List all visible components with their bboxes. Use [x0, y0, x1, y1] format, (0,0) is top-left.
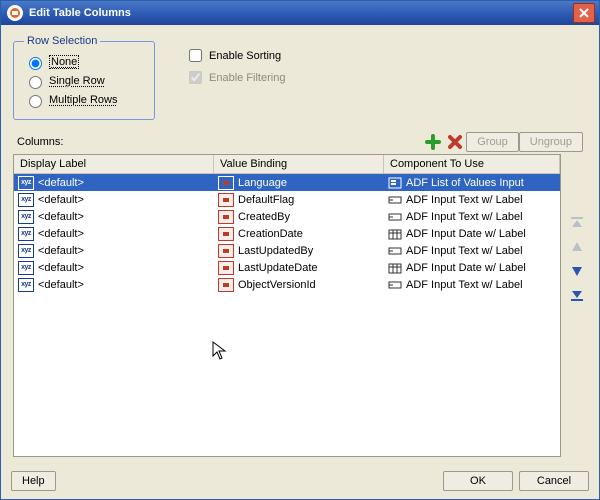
table-row[interactable]: xyz <default> LastUpdateDate ADF Input Date…	[14, 259, 560, 276]
columns-grid: Display Label Value Binding Component To…	[13, 154, 561, 457]
display-label-text: <default>	[38, 177, 84, 189]
component-text: ADF Input Date w/ Label	[406, 262, 526, 274]
value-binding-text: CreatedBy	[238, 211, 290, 223]
component-text: ADF Input Date w/ Label	[406, 228, 526, 240]
component-icon	[388, 211, 402, 223]
radio-none-label[interactable]: None	[49, 55, 79, 69]
help-button[interactable]: Help	[11, 471, 56, 491]
cancel-button[interactable]: Cancel	[519, 471, 589, 491]
header-value-binding[interactable]: Value Binding	[214, 155, 384, 173]
binding-icon	[218, 244, 234, 258]
display-label-text: <default>	[38, 194, 84, 206]
titlebar: Edit Table Columns	[1, 1, 599, 25]
arrow-down-icon	[569, 263, 585, 279]
label-type-icon: xyz	[18, 227, 34, 241]
move-up-button[interactable]	[568, 238, 586, 256]
component-icon	[388, 177, 402, 189]
value-binding-text: ObjectVersionId	[238, 279, 316, 291]
plus-icon	[425, 134, 441, 150]
header-component[interactable]: Component To Use	[384, 155, 560, 173]
move-top-button[interactable]	[568, 214, 586, 232]
table-row[interactable]: xyz <default> CreatedBy ADF Input Text w/ L…	[14, 208, 560, 225]
close-button[interactable]	[573, 3, 595, 23]
display-label-text: <default>	[38, 211, 84, 223]
component-text: ADF Input Text w/ Label	[406, 211, 523, 223]
binding-icon	[218, 278, 234, 292]
app-icon	[7, 5, 23, 21]
arrow-top-icon	[569, 215, 585, 231]
table-row[interactable]: xyz <default> LastUpdatedBy ADF Input Text …	[14, 242, 560, 259]
value-binding-text: LastUpdateDate	[238, 262, 318, 274]
enable-filtering-checkbox	[189, 71, 202, 84]
dialog-window: Edit Table Columns Row Selection None Si…	[0, 0, 600, 500]
binding-icon	[218, 261, 234, 275]
display-label-text: <default>	[38, 228, 84, 240]
delete-x-icon	[448, 135, 462, 149]
table-row[interactable]: xyz <default> ObjectVersionId ADF Input Tex…	[14, 276, 560, 293]
row-selection-group: Row Selection None Single Row Multiple R…	[13, 35, 155, 120]
component-text: ADF Input Text w/ Label	[406, 245, 523, 257]
arrow-bottom-icon	[569, 287, 585, 303]
component-text: ADF Input Text w/ Label	[406, 279, 523, 291]
display-label-text: <default>	[38, 279, 84, 291]
arrow-up-icon	[569, 239, 585, 255]
remove-column-button[interactable]	[446, 133, 464, 151]
window-title: Edit Table Columns	[29, 7, 131, 19]
grid-body: xyz <default> Language ADF List of Values I…	[14, 174, 560, 456]
label-type-icon: xyz	[18, 261, 34, 275]
binding-icon	[218, 193, 234, 207]
radio-multiple-rows-label[interactable]: Multiple Rows	[49, 94, 117, 106]
value-binding-text: CreationDate	[238, 228, 303, 240]
value-binding-text: DefaultFlag	[238, 194, 294, 206]
group-button[interactable]: Group	[466, 132, 519, 152]
radio-single-row[interactable]	[29, 76, 42, 89]
binding-icon	[218, 176, 234, 190]
display-label-text: <default>	[38, 245, 84, 257]
binding-icon	[218, 210, 234, 224]
radio-single-row-label[interactable]: Single Row	[49, 75, 105, 87]
move-bottom-button[interactable]	[568, 286, 586, 304]
dialog-footer: Help OK Cancel	[1, 463, 599, 499]
columns-label: Columns:	[17, 136, 63, 148]
header-display-label[interactable]: Display Label	[14, 155, 214, 173]
label-type-icon: xyz	[18, 244, 34, 258]
enable-filtering-label: Enable Filtering	[209, 72, 285, 84]
component-text: ADF List of Values Input	[406, 177, 524, 189]
row-selection-legend: Row Selection	[24, 35, 100, 47]
component-icon	[388, 279, 402, 291]
label-type-icon: xyz	[18, 176, 34, 190]
label-type-icon: xyz	[18, 278, 34, 292]
radio-none[interactable]	[29, 57, 42, 70]
value-binding-text: Language	[238, 177, 287, 189]
table-row[interactable]: xyz <default> Language ADF List of Values I…	[14, 174, 560, 191]
move-down-button[interactable]	[568, 262, 586, 280]
radio-multiple-rows[interactable]	[29, 95, 42, 108]
ungroup-button[interactable]: Ungroup	[519, 132, 583, 152]
value-binding-text: LastUpdatedBy	[238, 245, 313, 257]
add-column-button[interactable]	[424, 133, 442, 151]
table-row[interactable]: xyz <default> CreationDate ADF Input Date w…	[14, 225, 560, 242]
component-icon	[388, 194, 402, 206]
grid-header: Display Label Value Binding Component To…	[14, 155, 560, 174]
label-type-icon: xyz	[18, 193, 34, 207]
ok-button[interactable]: OK	[443, 471, 513, 491]
component-icon	[388, 245, 402, 257]
component-icon	[388, 262, 402, 274]
enable-sorting-label[interactable]: Enable Sorting	[209, 50, 281, 62]
display-label-text: <default>	[38, 262, 84, 274]
close-icon	[579, 8, 589, 18]
label-type-icon: xyz	[18, 210, 34, 224]
enable-sorting-checkbox[interactable]	[189, 49, 202, 62]
binding-icon	[218, 227, 234, 241]
table-row[interactable]: xyz <default> DefaultFlag ADF Input Text w/…	[14, 191, 560, 208]
component-text: ADF Input Text w/ Label	[406, 194, 523, 206]
component-icon	[388, 228, 402, 240]
